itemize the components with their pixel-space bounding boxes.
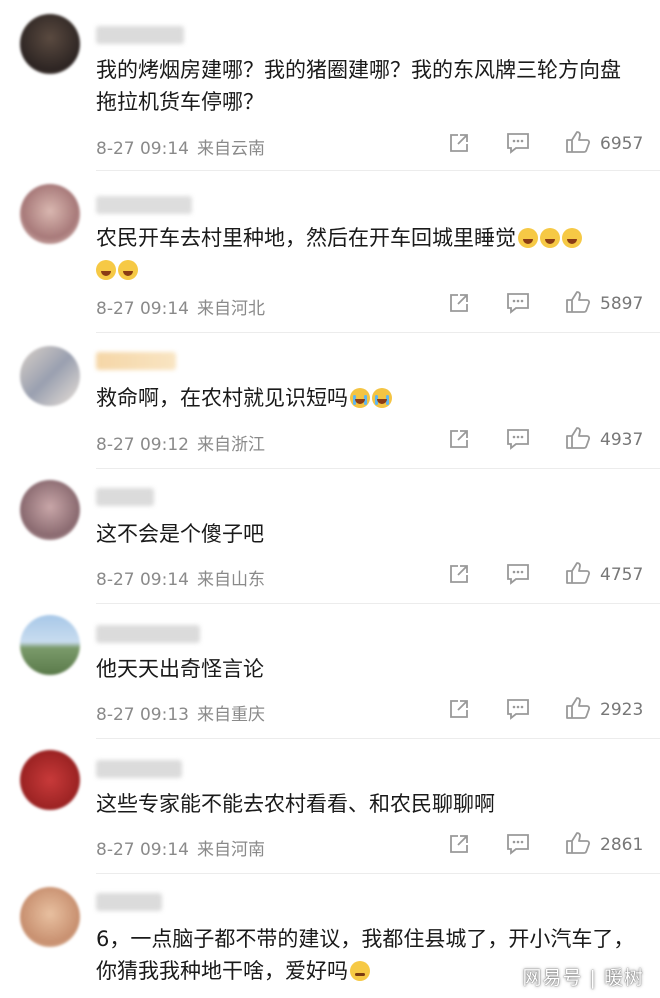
comment-icon[interactable] <box>506 292 530 314</box>
comment-text-content: 救命啊，在农村就见识短吗 <box>96 386 348 410</box>
comment-time: 8-27 09:14 <box>96 299 189 319</box>
share-icon[interactable] <box>448 698 470 720</box>
share-icon[interactable] <box>448 132 470 154</box>
like-icon[interactable] <box>565 831 591 855</box>
comment-meta: 8-27 09:13 来自重庆 <box>96 700 265 725</box>
comment-meta: 8-27 09:14 来自河南 <box>96 835 265 860</box>
laugh-cry-emoji <box>562 228 582 248</box>
comment-text: 这些专家能不能去农村看看、和农民聊聊啊 <box>96 788 636 820</box>
avatar[interactable] <box>20 184 80 244</box>
avatar[interactable] <box>20 615 80 675</box>
laugh-cry-emoji <box>96 260 116 280</box>
share-icon[interactable] <box>448 833 470 855</box>
comment-icon[interactable] <box>506 833 530 855</box>
comment-time: 8-27 09:13 <box>96 705 189 725</box>
comment-text-content: 这不会是个傻子吧 <box>96 522 264 546</box>
comment-text: 他天天出奇怪言论 <box>96 653 636 685</box>
comment-icon[interactable] <box>506 132 530 154</box>
crying-emoji <box>350 388 370 408</box>
comment-location: 来自云南 <box>196 139 265 159</box>
like-count: 6957 <box>600 134 644 154</box>
laugh-cry-emoji <box>118 260 138 280</box>
comment-text: 救命啊，在农村就见识短吗 <box>96 382 636 414</box>
like-icon[interactable] <box>565 561 591 585</box>
comment-meta: 8-27 09:14 来自河北 <box>96 294 265 319</box>
comment-text: 我的烤烟房建哪？我的猪圈建哪？我的东风牌三轮方向盘拖拉机货车停哪？ <box>96 54 636 118</box>
comment-text-content: 他天天出奇怪言论 <box>96 657 264 681</box>
username[interactable] <box>96 893 162 911</box>
avatar[interactable] <box>20 346 80 406</box>
comment-time: 8-27 09:12 <box>96 435 189 455</box>
comment-text: 农民开车去村里种地，然后在开车回城里睡觉 <box>96 222 636 286</box>
comment-meta: 8-27 09:14 来自云南 <box>96 134 265 159</box>
comment-time: 8-27 09:14 <box>96 139 189 159</box>
like-count: 2861 <box>600 835 644 855</box>
avatar[interactable] <box>20 887 80 947</box>
like-count: 5897 <box>600 294 644 314</box>
comment-location: 来自浙江 <box>196 435 265 455</box>
comment-icon[interactable] <box>506 428 530 450</box>
comment-item: 他天天出奇怪言论 8-27 09:13 来自重庆 2923 <box>0 603 660 738</box>
like-count: 4757 <box>600 565 644 585</box>
comment-location: 来自河北 <box>196 299 265 319</box>
comment-item: 救命啊，在农村就见识短吗 8-27 09:12 来自浙江 4937 <box>0 332 660 468</box>
comment-time: 8-27 09:14 <box>96 570 189 590</box>
comment-text: 这不会是个傻子吧 <box>96 518 636 550</box>
avatar[interactable] <box>20 480 80 540</box>
comment-icon[interactable] <box>506 563 530 585</box>
like-icon[interactable] <box>565 290 591 314</box>
comment-meta: 8-27 09:12 来自浙江 <box>96 430 265 455</box>
comment-text-content: 农民开车去村里种地，然后在开车回城里睡觉 <box>96 226 516 250</box>
comment-item: 我的烤烟房建哪？我的猪圈建哪？我的东风牌三轮方向盘拖拉机货车停哪？ 8-27 0… <box>0 0 660 170</box>
comment-item: 这些专家能不能去农村看看、和农民聊聊啊 8-27 09:14 来自河南 2861 <box>0 738 660 873</box>
tired-emoji <box>350 961 370 981</box>
avatar[interactable] <box>20 14 80 74</box>
comment-text-content: 我的烤烟房建哪？我的猪圈建哪？我的东风牌三轮方向盘拖拉机货车停哪？ <box>96 58 621 114</box>
comment-meta: 8-27 09:14 来自山东 <box>96 565 265 590</box>
share-icon[interactable] <box>448 292 470 314</box>
comment-location: 来自河南 <box>196 840 265 860</box>
like-icon[interactable] <box>565 130 591 154</box>
share-icon[interactable] <box>448 428 470 450</box>
comment-item: 这不会是个傻子吧 8-27 09:14 来自山东 4757 <box>0 468 660 603</box>
laugh-cry-emoji <box>518 228 538 248</box>
comment-text-content: 这些专家能不能去农村看看、和农民聊聊啊 <box>96 792 495 816</box>
comment-location: 来自山东 <box>196 570 265 590</box>
username[interactable] <box>96 625 200 643</box>
watermark: 网易号 | 暖树 <box>522 967 644 989</box>
like-count: 2923 <box>600 700 644 720</box>
like-icon[interactable] <box>565 696 591 720</box>
laugh-cry-emoji <box>540 228 560 248</box>
crying-emoji <box>372 388 392 408</box>
comment-icon[interactable] <box>506 698 530 720</box>
comment-item: 农民开车去村里种地，然后在开车回城里睡觉 8-27 09:14 来自河北 5897 <box>0 170 660 332</box>
comment-time: 8-27 09:14 <box>96 840 189 860</box>
comment-location: 来自重庆 <box>196 705 265 725</box>
like-count: 4937 <box>600 430 644 450</box>
avatar[interactable] <box>20 750 80 810</box>
username[interactable] <box>96 196 192 214</box>
share-icon[interactable] <box>448 563 470 585</box>
like-icon[interactable] <box>565 426 591 450</box>
username[interactable] <box>96 760 182 778</box>
username[interactable] <box>96 488 154 506</box>
username[interactable] <box>96 26 184 44</box>
username[interactable] <box>96 352 176 370</box>
